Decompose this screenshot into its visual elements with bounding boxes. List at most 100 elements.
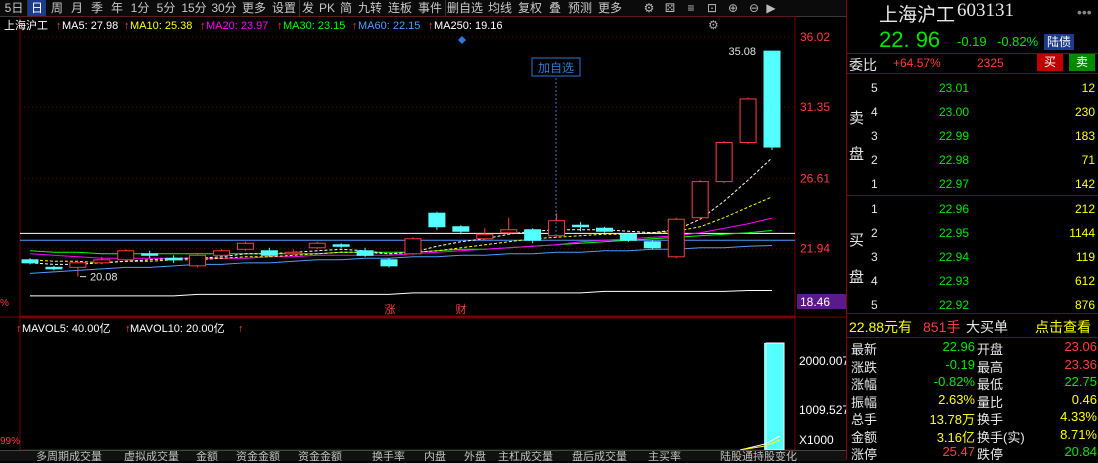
candle-24[interactable] (595, 227, 613, 232)
bid-price-4[interactable]: 22.93 (939, 274, 969, 288)
toolbar-item-19[interactable]: 均线 (486, 0, 514, 16)
candle-6[interactable] (165, 257, 183, 261)
candle-18[interactable] (452, 226, 470, 232)
toolbar-item-18[interactable]: 删自选 (446, 0, 484, 16)
stat-left-label-5: 金额 (851, 429, 878, 445)
ask-vol-1: 12 (1081, 81, 1095, 95)
candle-23[interactable] (572, 224, 590, 228)
candle-31[interactable] (763, 50, 781, 148)
ask-price-5[interactable]: 22.97 (939, 177, 969, 191)
big-order-link[interactable]: 点击查看 (1035, 317, 1091, 337)
legend-ma20-arrow: ↑ (200, 20, 206, 32)
candle-3[interactable] (93, 259, 111, 264)
legend-ma10: MA10: 25.38 (130, 20, 192, 32)
candle-25[interactable] (619, 233, 637, 241)
stat-right-value-2: 22.75 (1064, 374, 1097, 389)
toolbar-item-21[interactable]: 叠 (546, 0, 564, 16)
candle-30[interactable] (739, 98, 757, 144)
candle-15[interactable] (380, 259, 398, 267)
candle-14[interactable] (356, 250, 374, 256)
candle-22[interactable] (548, 220, 566, 237)
stock-code: 603131 (957, 0, 1014, 21)
candle-27[interactable] (667, 218, 685, 258)
toolbar-item-13[interactable]: PK (318, 0, 336, 16)
more-dots-icon[interactable]: ••• (1077, 4, 1092, 20)
candle-4[interactable] (117, 250, 135, 261)
candle-10[interactable] (260, 250, 278, 256)
candle-26[interactable] (643, 241, 661, 249)
toolbar-item-2[interactable]: 周 (48, 0, 66, 16)
toolbar-item-15[interactable]: 九转 (356, 0, 384, 16)
capture-icon[interactable]: ⚄ (661, 0, 679, 16)
event-tag-finance[interactable]: 财 (456, 302, 467, 316)
bid-price-5[interactable]: 22.92 (939, 298, 969, 312)
toolbar-item-20[interactable]: 复权 (516, 0, 544, 16)
play-icon[interactable]: ▶ (762, 0, 780, 16)
plus-icon[interactable]: ⊕ (724, 0, 742, 16)
toolbar-item-7[interactable]: 5分 (154, 0, 178, 16)
candle-16[interactable] (404, 238, 422, 255)
candle-21[interactable] (524, 229, 542, 241)
sell-button[interactable]: 卖 (1069, 54, 1095, 71)
bid-price-1[interactable]: 22.96 (939, 202, 969, 216)
buy-button[interactable]: 买 (1037, 54, 1063, 71)
ask-price-3[interactable]: 22.99 (939, 129, 969, 143)
candle-19[interactable] (476, 233, 494, 240)
stat-right-value-0: 23.06 (1064, 339, 1097, 354)
toolbar-item-4[interactable]: 季 (88, 0, 106, 16)
price-change: -0.19 (957, 34, 987, 49)
candle-13[interactable] (332, 244, 350, 247)
bid-level-4: 4 (871, 274, 878, 288)
event-tag-rise[interactable]: 涨 (385, 303, 396, 316)
add-watchlist-label[interactable]: 加自选 (538, 61, 574, 75)
toolbar-item-11[interactable]: 设置 (270, 0, 298, 16)
toolbar-item-6[interactable]: 1分 (128, 0, 152, 16)
lock-icon[interactable]: ⊡ (703, 0, 721, 16)
stat-left-value-4: 13.78万 (929, 412, 975, 427)
candle-5[interactable] (141, 253, 159, 256)
volume-bar-main[interactable] (765, 342, 785, 450)
ask-price-4[interactable]: 22.98 (939, 153, 969, 167)
toolbar-item-10[interactable]: 更多 (240, 0, 268, 16)
candle-29[interactable] (715, 142, 733, 183)
candle-7[interactable] (189, 254, 207, 267)
bid-vol-4: 612 (1074, 274, 1095, 288)
toolbar-item-17[interactable]: 事件 (416, 0, 444, 16)
toolbar-item-8[interactable]: 15分 (180, 0, 208, 16)
legend-ma10-arrow: ↑ (124, 20, 130, 32)
stack-icon[interactable]: ≡ (682, 0, 700, 16)
vol-arrow-0: ↑ (16, 323, 22, 335)
vol-arrow-1: ↑ (125, 323, 131, 335)
candle-11[interactable] (284, 251, 302, 255)
candle-17[interactable] (428, 212, 446, 228)
chart-gear-icon[interactable]: ⚙ (708, 18, 719, 32)
candle-9[interactable] (236, 242, 254, 250)
minus-icon[interactable]: ⊖ (745, 0, 763, 16)
candle-1[interactable] (45, 266, 63, 270)
bid-price-2[interactable]: 22.95 (939, 226, 969, 240)
candle-2[interactable] (69, 262, 87, 268)
toolbar-item-5[interactable]: 年 (108, 0, 126, 16)
ask-price-2[interactable]: 23.00 (939, 105, 969, 119)
kline-chart[interactable]: %上海沪工 ↑ MA5: 27.98 ↑ MA10: 25.38 ↑ MA20: 23.97… (0, 16, 846, 450)
candle-0[interactable] (21, 259, 39, 264)
toolbar-item-1[interactable]: 日 (28, 0, 46, 16)
candle-8[interactable] (212, 250, 230, 256)
bid-price-3[interactable]: 22.94 (939, 250, 969, 264)
candle-28[interactable] (691, 181, 709, 219)
toolbar-item-14[interactable]: 简 (338, 0, 354, 16)
bid-vol-1: 212 (1074, 202, 1095, 216)
toolbar-item-16[interactable]: 连板 (386, 0, 414, 16)
toolbar-item-22[interactable]: 预测 (566, 0, 594, 16)
toolbar-item-9[interactable]: 30分 (210, 0, 238, 16)
toolbar-item-12[interactable]: 发 (300, 0, 316, 16)
gear-icon[interactable]: ⚙ (640, 0, 658, 16)
legend-ma30-arrow: ↑ (277, 20, 283, 32)
stock-tag[interactable]: 陆债 (1044, 34, 1074, 50)
toolbar-item-0[interactable]: 5日 (2, 0, 26, 16)
toolbar-item-3[interactable]: 月 (68, 0, 86, 16)
toolbar-item-23[interactable]: 更多 (596, 0, 624, 16)
candle-20[interactable] (500, 229, 518, 234)
ask-price-1[interactable]: 23.01 (939, 81, 969, 95)
candle-12[interactable] (308, 242, 326, 249)
